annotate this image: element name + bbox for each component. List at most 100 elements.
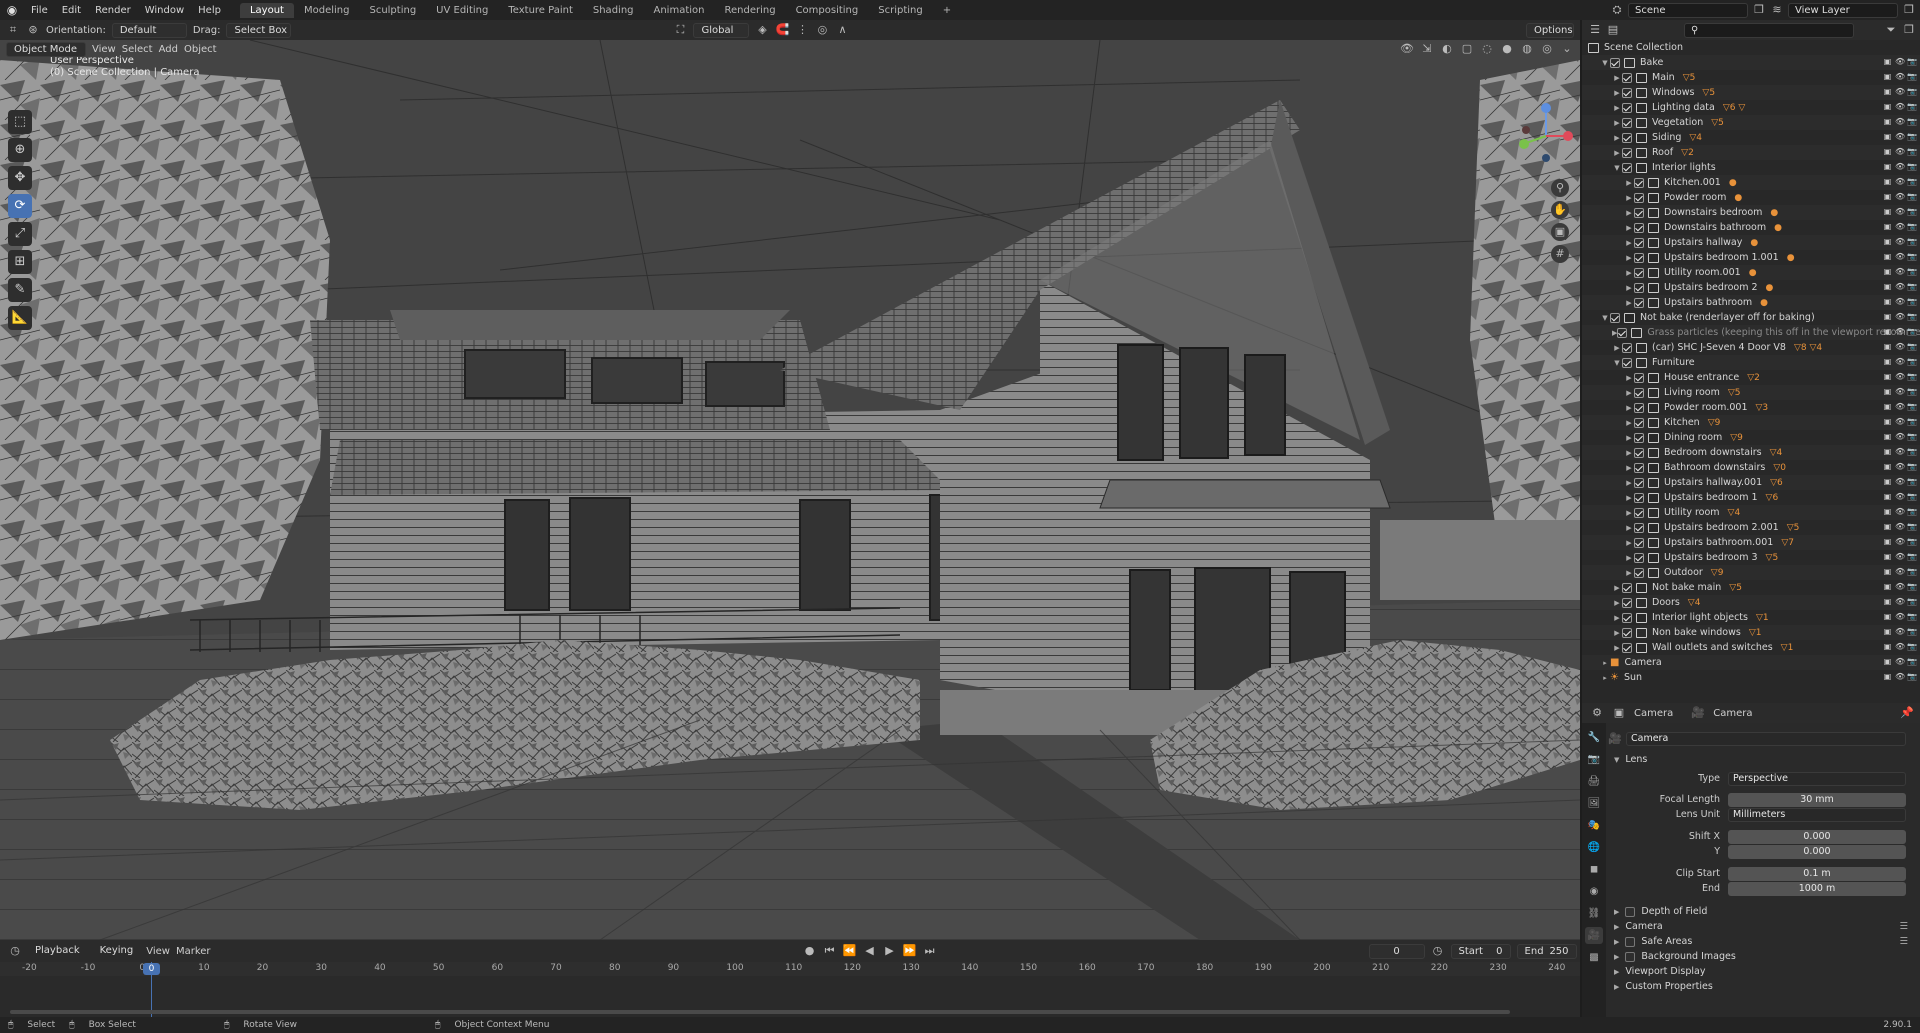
shading-wireframe-icon[interactable]: ◌ (1480, 42, 1494, 56)
gizmo-x-axis[interactable] (1563, 131, 1573, 141)
workspace-tab-uv-editing[interactable]: UV Editing (426, 3, 498, 18)
render-toggle-icon[interactable]: 📷 (1907, 162, 1917, 171)
new-collection-icon[interactable]: ❐ (1902, 23, 1916, 37)
eye-toggle-icon[interactable]: 👁 (1895, 102, 1905, 111)
eye-toggle-icon[interactable]: 👁 (1895, 327, 1905, 336)
constraints-tab-icon[interactable]: ⛓ (1585, 905, 1603, 922)
texture-tab-icon[interactable]: ▩ (1585, 949, 1603, 966)
focal-length-field[interactable]: 30 mm (1728, 792, 1906, 807)
pivot-point-icon[interactable]: ◈ (755, 23, 769, 37)
outliner-row[interactable]: ▼ Interior lights ▣ 👁 📷 (1582, 160, 1920, 175)
expand-right-icon[interactable]: ▶ (1624, 194, 1634, 202)
exclude-checkbox[interactable] (1634, 537, 1644, 548)
editor-type-icon[interactable]: ⌗ (6, 23, 20, 37)
outliner-root[interactable]: Scene Collection (1582, 40, 1920, 55)
camera-data-tab-icon[interactable]: 🎥 (1585, 927, 1603, 944)
outliner-row[interactable]: ▸ ☀ Sun ▣ 👁 📷 (1582, 670, 1920, 685)
expand-right-icon[interactable]: ▶ (1624, 479, 1634, 487)
render-toggle-icon[interactable]: 📷 (1907, 492, 1917, 501)
shading-solid-icon[interactable]: ● (1500, 42, 1514, 56)
outliner-row[interactable]: ▶ Vegetation ▽5 ▣ 👁 📷 (1582, 115, 1920, 130)
menu-render[interactable]: Render (88, 5, 138, 16)
eye-toggle-icon[interactable]: 👁 (1895, 462, 1905, 471)
gizmo-z-axis[interactable] (1541, 103, 1551, 113)
jump-end-icon[interactable]: ⏭ (923, 944, 937, 958)
expand-right-icon[interactable]: ▶ (1612, 644, 1622, 652)
eye-toggle-icon[interactable]: 👁 (1895, 657, 1905, 666)
exclude-checkbox[interactable] (1610, 312, 1620, 323)
eye-toggle-icon[interactable]: 👁 (1895, 672, 1905, 681)
preset-list-icon[interactable]: ☰ (1899, 921, 1908, 932)
select-toggle-icon[interactable]: ▣ (1883, 342, 1892, 351)
select-toggle-icon[interactable]: ▣ (1883, 72, 1892, 81)
expand-right-icon[interactable]: ▶ (1624, 434, 1634, 442)
eye-toggle-icon[interactable]: 👁 (1895, 87, 1905, 96)
expand-right-icon[interactable]: ▶ (1624, 464, 1634, 472)
render-toggle-icon[interactable]: 📷 (1907, 627, 1917, 636)
expand-right-icon[interactable]: ▶ (1624, 254, 1634, 262)
exclude-checkbox[interactable] (1617, 327, 1628, 338)
expand-right-icon[interactable]: ▶ (1624, 239, 1634, 247)
select-toggle-icon[interactable]: ▣ (1883, 657, 1892, 666)
blender-logo-icon[interactable]: ◉ (0, 3, 24, 17)
preset-list-icon[interactable]: ☰ (1899, 936, 1908, 947)
exclude-checkbox[interactable] (1622, 117, 1632, 128)
exclude-checkbox[interactable] (1634, 222, 1644, 233)
jump-start-icon[interactable]: ⏮ (823, 944, 837, 958)
render-toggle-icon[interactable]: 📷 (1907, 147, 1917, 156)
type-dropdown[interactable]: Perspective (1728, 771, 1906, 786)
exclude-checkbox[interactable] (1634, 237, 1644, 248)
exclude-checkbox[interactable] (1622, 87, 1632, 98)
expand-right-icon[interactable]: ▶ (1612, 599, 1622, 607)
transform-tool-icon[interactable]: ⊞ (8, 250, 32, 274)
eye-toggle-icon[interactable]: 👁 (1895, 642, 1905, 651)
workspace-tab-layout[interactable]: Layout (239, 2, 294, 18)
select-toggle-icon[interactable]: ▣ (1883, 102, 1892, 111)
eye-toggle-icon[interactable]: 👁 (1895, 342, 1905, 351)
render-toggle-icon[interactable]: 📷 (1907, 387, 1917, 396)
select-toggle-icon[interactable]: ▣ (1883, 162, 1892, 171)
eye-toggle-icon[interactable]: 👁 (1895, 522, 1905, 531)
output-tab-icon[interactable]: 🖨 (1585, 773, 1603, 790)
eye-toggle-icon[interactable]: 👁 (1895, 627, 1905, 636)
eye-toggle-icon[interactable]: 👁 (1895, 432, 1905, 441)
object-tab-icon[interactable]: ◼ (1585, 861, 1603, 878)
select-toggle-icon[interactable]: ▣ (1883, 117, 1892, 126)
expand-right-icon[interactable]: ▶ (1612, 119, 1622, 127)
select-toggle-icon[interactable]: ▣ (1883, 627, 1892, 636)
render-toggle-icon[interactable]: 📷 (1907, 102, 1917, 111)
eye-toggle-icon[interactable]: 👁 (1895, 147, 1905, 156)
add-workspace-icon[interactable]: + (933, 3, 961, 18)
eye-toggle-icon[interactable]: 👁 (1895, 57, 1905, 66)
eye-toggle-icon[interactable]: 👁 (1895, 132, 1905, 141)
filter-icon[interactable]: ⏷ (1884, 23, 1898, 37)
select-toggle-icon[interactable]: ▣ (1883, 537, 1892, 546)
new-scene-icon[interactable]: ❐ (1752, 3, 1766, 17)
marker-menu[interactable]: Marker (176, 946, 211, 957)
clip-start-field[interactable]: 0.1 m (1728, 866, 1906, 881)
outliner-row[interactable]: ▶ (car) SHC J-Seven 4 Door V8 ▽8 ▽4 ▣ 👁 📷 (1582, 340, 1920, 355)
section-checkbox[interactable] (1625, 951, 1636, 962)
exclude-checkbox[interactable] (1622, 627, 1632, 638)
eye-toggle-icon[interactable]: 👁 (1895, 417, 1905, 426)
outliner-row[interactable]: ▶ Windows ▽5 ▣ 👁 📷 (1582, 85, 1920, 100)
outliner-editor-icon[interactable]: ☰ (1588, 23, 1602, 37)
render-toggle-icon[interactable]: 📷 (1907, 132, 1917, 141)
exclude-checkbox[interactable] (1622, 102, 1632, 113)
render-toggle-icon[interactable]: 📷 (1907, 357, 1917, 366)
orientation-dropdown[interactable]: Default (111, 22, 187, 38)
play-icon[interactable]: ▶ (883, 944, 897, 958)
exclude-checkbox[interactable] (1634, 447, 1644, 458)
render-toggle-icon[interactable]: 📷 (1907, 507, 1917, 516)
rotate-tool-icon[interactable]: ⟳ (8, 194, 32, 218)
select-toggle-icon[interactable]: ▣ (1883, 612, 1892, 621)
render-toggle-icon[interactable]: 📷 (1907, 177, 1917, 186)
expand-right-icon[interactable]: ▶ (1612, 89, 1622, 97)
select-toggle-icon[interactable]: ▣ (1883, 672, 1892, 681)
eye-toggle-icon[interactable]: 👁 (1895, 222, 1905, 231)
select-toggle-icon[interactable]: ▣ (1883, 327, 1892, 336)
new-view-layer-icon[interactable]: ❐ (1902, 3, 1916, 17)
exclude-checkbox[interactable] (1634, 522, 1644, 533)
mode-dropdown[interactable]: Object Mode (6, 41, 86, 57)
select-toggle-icon[interactable]: ▣ (1883, 522, 1892, 531)
